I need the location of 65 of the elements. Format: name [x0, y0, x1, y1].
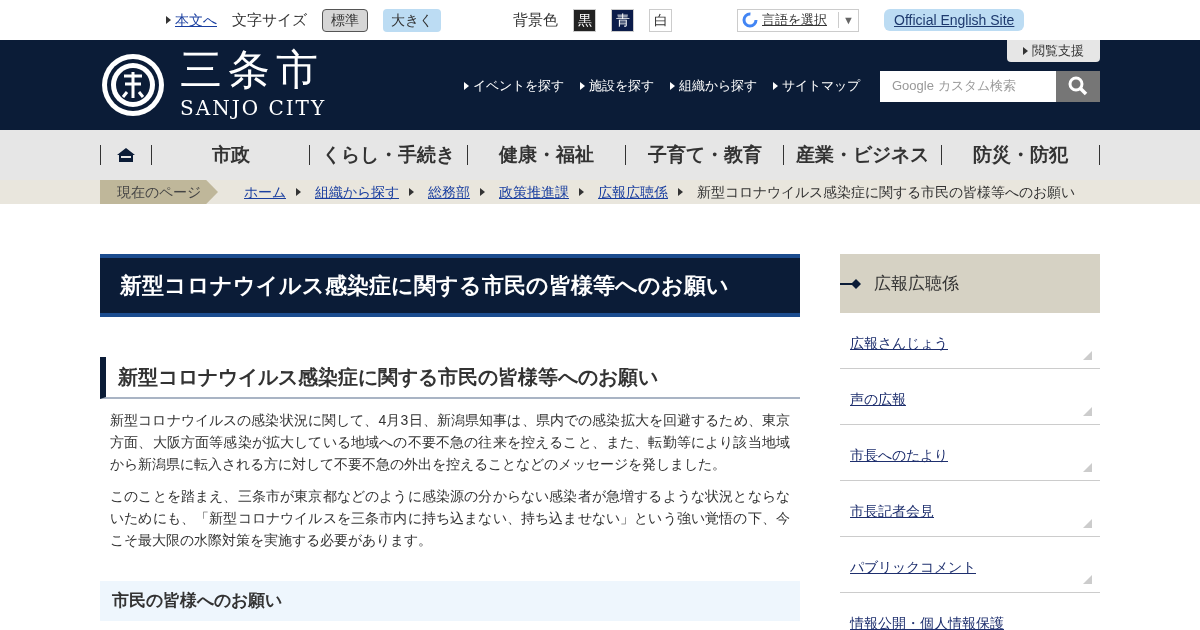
main-nav-item[interactable]: 産業・ビジネス — [784, 145, 942, 165]
city-emblem-icon — [100, 52, 166, 118]
sidebar-link[interactable]: 広報さんじょう — [850, 335, 948, 351]
main-nav-item[interactable]: 子育て・教育 — [626, 145, 784, 165]
breadcrumb-link[interactable]: 組織から探す — [315, 181, 399, 203]
search-icon — [1068, 76, 1088, 96]
home-icon — [117, 148, 135, 162]
header-link[interactable]: 施設を探す — [580, 76, 654, 96]
article-paragraph: 新型コロナウイルスの感染状況に関して、4月3日、新潟県知事は、県内での感染拡大を回避するため、東京方面、大阪方面等感染が拡大している地域への不要不急の往来を控えること、また、転勤等により該当地域から新潟県に転入される方に対して不要不急の外出を控えることなどのメッセージを発しました。 — [110, 411, 790, 474]
logo-subtitle: SANJO CITY — [180, 95, 327, 122]
skip-link[interactable]: 本文へ — [175, 9, 217, 31]
breadcrumb-link[interactable]: ホーム — [244, 181, 286, 203]
article-heading: 新型コロナウイルス感染症に関する市民の皆様等へのお願い — [100, 357, 800, 399]
corner-triangle-icon — [1083, 519, 1092, 528]
breadcrumb-label: 現在のページ — [100, 180, 218, 204]
header-link[interactable]: イベントを探す — [464, 76, 564, 96]
main-nav-item[interactable]: 市政 — [152, 145, 310, 165]
main-nav-item[interactable]: くらし・手続き — [310, 145, 468, 165]
search-button[interactable] — [1056, 70, 1100, 102]
language-select[interactable]: 言語を選択 ▼ — [737, 8, 859, 32]
sidebar-link[interactable]: 市長記者会見 — [850, 503, 934, 519]
background-color-button[interactable]: 青 — [611, 8, 634, 32]
sidebar-title: 広報広聴係 — [874, 272, 959, 295]
breadcrumb-link[interactable]: 広報広聴係 — [598, 181, 668, 203]
triangle-icon — [773, 82, 778, 90]
triangle-icon — [480, 188, 485, 196]
triangle-icon — [670, 82, 675, 90]
accessibility-button[interactable]: 閲覧支援 — [1007, 40, 1100, 62]
header-link[interactable]: サイトマップ — [773, 76, 860, 96]
corner-triangle-icon — [1083, 407, 1092, 416]
english-site-link[interactable]: Official English Site — [884, 9, 1025, 31]
background-color-button[interactable]: 白 — [649, 8, 672, 32]
page-title: 新型コロナウイルス感染症に関する市民の皆様等へのお願い — [100, 254, 800, 317]
header-link[interactable]: 組織から探す — [670, 76, 757, 96]
sidebar-link[interactable]: 声の広報 — [850, 391, 906, 407]
sidebar-link[interactable]: 情報公開・個人情報保護 — [850, 615, 1004, 630]
font-size-button[interactable]: 標準 — [322, 8, 368, 32]
triangle-icon — [678, 188, 683, 196]
section-heading: 市民の皆様へのお願い — [100, 581, 800, 621]
main-nav-item[interactable]: 健康・福祉 — [468, 145, 626, 165]
font-size-button[interactable]: 大きく — [383, 8, 441, 32]
triangle-icon — [579, 188, 584, 196]
home-nav-item[interactable] — [100, 145, 152, 165]
corner-triangle-icon — [1083, 575, 1092, 584]
sidebar-link[interactable]: 市長へのたより — [850, 447, 948, 463]
triangle-icon — [1023, 47, 1028, 55]
corner-triangle-icon — [1083, 463, 1092, 472]
google-g-icon — [742, 12, 758, 28]
sidebar-link[interactable]: パブリックコメント — [850, 559, 976, 575]
font-size-label: 文字サイズ — [232, 9, 307, 30]
breadcrumb-link[interactable]: 総務部 — [428, 181, 470, 203]
breadcrumb-current: 新型コロナウイルス感染症に関する市民の皆様等へのお願い — [697, 182, 1075, 202]
triangle-icon — [464, 82, 469, 90]
breadcrumb-link[interactable]: 政策推進課 — [499, 181, 569, 203]
triangle-icon — [409, 188, 414, 196]
triangle-icon — [296, 188, 301, 196]
logo-title: 三条市 — [180, 47, 325, 93]
triangle-icon — [166, 16, 171, 24]
article-paragraph: このことを踏まえ、三条市が東京都などのように感染源の分からない感染者が急増するような状況とならないためにも、「新型コロナウイルスを三条市内に持ち込まない、持ち込ませない」という強い覚悟の下、今こそ最大限の水際対策を実施する必要があります。 — [110, 487, 790, 550]
background-color-button[interactable]: 黒 — [573, 8, 596, 32]
background-color-label: 背景色 — [513, 9, 558, 30]
main-nav-item[interactable]: 防災・防犯 — [942, 145, 1100, 165]
arrow-icon — [840, 278, 864, 289]
triangle-icon — [580, 82, 585, 90]
corner-triangle-icon — [1083, 351, 1092, 360]
